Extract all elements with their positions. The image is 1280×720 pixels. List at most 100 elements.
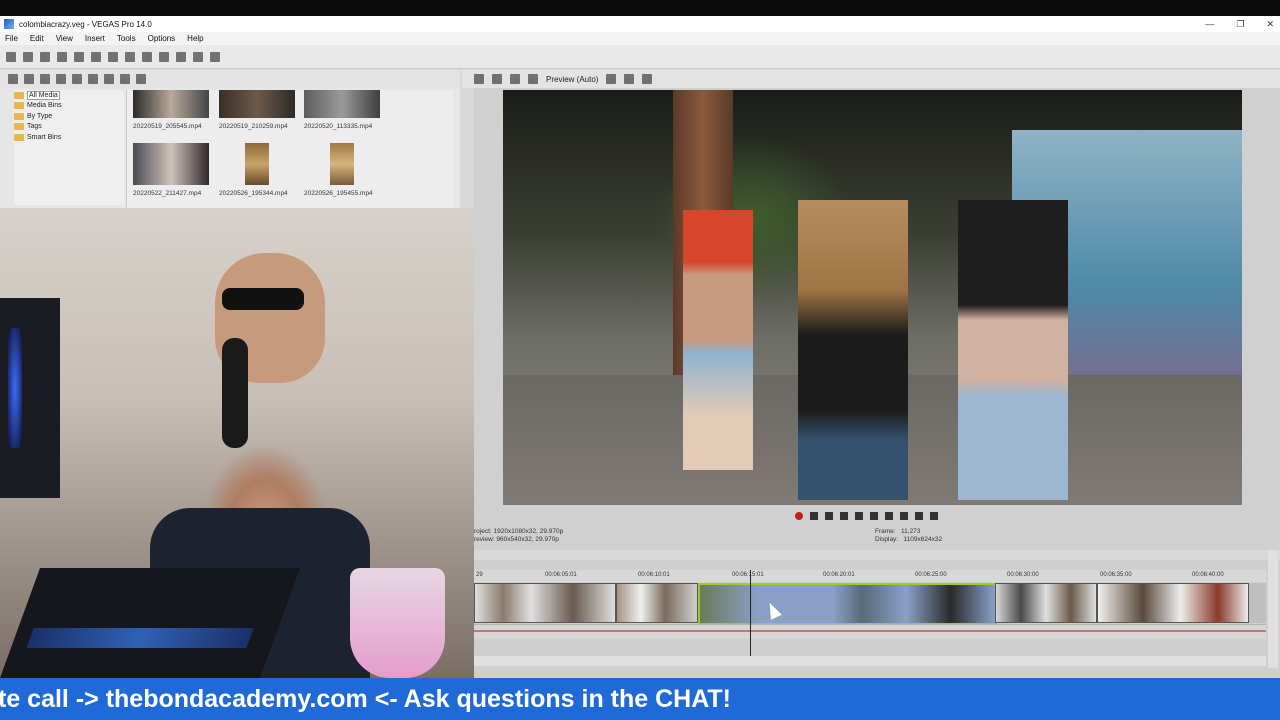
folder-icon bbox=[14, 91, 24, 99]
save-icon[interactable] bbox=[40, 51, 50, 62]
tree-smart-bins[interactable]: Smart Bins bbox=[14, 132, 124, 143]
menu-file[interactable]: File bbox=[5, 34, 18, 43]
video-clip[interactable] bbox=[616, 583, 698, 623]
go-to-end-button[interactable] bbox=[900, 512, 908, 520]
media-thumbnail bbox=[133, 90, 209, 118]
play-button[interactable] bbox=[840, 512, 848, 520]
project-info: roject: 1920x1080x32, 29.970p review: 96… bbox=[474, 528, 563, 544]
folder-icon bbox=[14, 102, 24, 110]
media-tree: All Media Media Bins By Type Tags Smart … bbox=[14, 90, 124, 205]
next-frame-button[interactable] bbox=[930, 512, 938, 520]
menu-help[interactable]: Help bbox=[187, 34, 203, 43]
capture-icon[interactable] bbox=[24, 74, 34, 84]
search-icon[interactable] bbox=[136, 74, 146, 84]
get-media-icon[interactable] bbox=[40, 74, 50, 84]
ruler-tick: 00:06:15:01 bbox=[732, 572, 764, 578]
minimize-button[interactable]: — bbox=[1205, 19, 1214, 29]
tree-all-media[interactable]: All Media bbox=[14, 90, 124, 101]
media-item[interactable]: 20220519_205545.mp4 bbox=[133, 90, 209, 130]
title-bar: colombiacrazy.veg - VEGAS Pro 14.0 — ❐ ✕ bbox=[0, 16, 1280, 32]
media-item[interactable]: 20220520_113335.mp4 bbox=[304, 90, 380, 130]
transport-controls bbox=[795, 510, 955, 522]
media-item[interactable]: 20220519_210259.mp4 bbox=[219, 90, 295, 130]
keyboard bbox=[0, 568, 301, 678]
import-media-icon[interactable] bbox=[8, 74, 18, 84]
prev-frame-button[interactable] bbox=[915, 512, 923, 520]
woman-redhead bbox=[683, 210, 753, 470]
timeline-ruler[interactable]: 29 00:06:05:01 00:06:10:01 00:06:15:01 0… bbox=[474, 570, 1266, 582]
menu-edit[interactable]: Edit bbox=[30, 34, 44, 43]
media-item[interactable]: 20220526_195455.mp4 bbox=[304, 143, 380, 197]
display-value: 1109x624x32 bbox=[903, 536, 943, 543]
close-button[interactable]: ✕ bbox=[1266, 19, 1274, 30]
ruler-tick: 00:06:05:01 bbox=[545, 572, 577, 578]
timeline-horizontal-scrollbar[interactable] bbox=[474, 656, 1266, 666]
help-icon[interactable] bbox=[210, 51, 220, 62]
loop-button[interactable] bbox=[810, 512, 818, 520]
pink-drink-glass bbox=[350, 568, 445, 678]
play-from-start-button[interactable] bbox=[825, 512, 833, 520]
render-icon[interactable] bbox=[74, 51, 84, 62]
webcam-overlay bbox=[0, 208, 474, 678]
new-icon[interactable] bbox=[6, 51, 16, 62]
video-clip-selected[interactable] bbox=[698, 583, 997, 625]
media-fx-icon[interactable] bbox=[72, 74, 82, 84]
video-clip[interactable] bbox=[995, 583, 1097, 623]
video-preview-frame bbox=[503, 90, 1242, 505]
pc-led-fans bbox=[8, 328, 22, 448]
media-thumbnail bbox=[330, 143, 354, 185]
redo-icon[interactable] bbox=[176, 51, 186, 62]
save-as-icon[interactable] bbox=[57, 51, 67, 62]
overlays-icon[interactable] bbox=[606, 74, 617, 84]
frame-value: 11,273 bbox=[901, 528, 921, 535]
stop-button[interactable] bbox=[870, 512, 878, 520]
video-clip[interactable] bbox=[474, 583, 616, 623]
go-to-start-button[interactable] bbox=[885, 512, 893, 520]
views-icon[interactable] bbox=[120, 74, 130, 84]
timeline-vertical-scrollbar[interactable] bbox=[1268, 550, 1278, 668]
properties-icon[interactable] bbox=[91, 51, 101, 62]
menu-view[interactable]: View bbox=[56, 34, 73, 43]
cut-icon[interactable] bbox=[108, 51, 118, 62]
tree-tags[interactable]: Tags bbox=[14, 122, 124, 133]
hand-icon[interactable] bbox=[193, 51, 203, 62]
copy-snapshot-icon[interactable] bbox=[624, 74, 635, 84]
pause-button[interactable] bbox=[855, 512, 863, 520]
ruler-tick: 00:06:25:00 bbox=[915, 572, 947, 578]
display-label: Display: bbox=[875, 536, 899, 543]
audio-track[interactable] bbox=[474, 624, 1266, 639]
preview-settings-icon[interactable] bbox=[474, 74, 484, 84]
timeline-cursor[interactable] bbox=[750, 570, 751, 656]
tree-media-bins[interactable]: Media Bins bbox=[14, 101, 124, 112]
record-button[interactable] bbox=[795, 512, 803, 520]
open-icon[interactable] bbox=[23, 51, 33, 62]
vegas-app-icon bbox=[4, 19, 14, 29]
preview-toolbar: Preview (Auto) bbox=[462, 70, 1280, 88]
stop-preview-icon[interactable] bbox=[104, 74, 114, 84]
undo-icon[interactable] bbox=[159, 51, 169, 62]
desktop-top-strip bbox=[0, 0, 1280, 16]
window-title: colombiacrazy.veg - VEGAS Pro 14.0 bbox=[19, 19, 152, 29]
save-snapshot-icon[interactable] bbox=[642, 74, 653, 84]
menu-tools[interactable]: Tools bbox=[117, 34, 136, 43]
preview-quality-dropdown[interactable]: Preview (Auto) bbox=[546, 75, 598, 84]
sunglasses bbox=[222, 288, 304, 310]
tree-by-type[interactable]: By Type bbox=[14, 111, 124, 122]
menu-insert[interactable]: Insert bbox=[85, 34, 105, 43]
maximize-button[interactable]: ❐ bbox=[1236, 19, 1244, 30]
menu-options[interactable]: Options bbox=[148, 34, 176, 43]
split-screen-icon[interactable] bbox=[528, 74, 538, 84]
banner-text: te call -> thebondacademy.com <- Ask que… bbox=[0, 684, 732, 713]
paste-icon[interactable] bbox=[142, 51, 152, 62]
external-monitor-icon[interactable] bbox=[492, 74, 502, 84]
play-preview-icon[interactable] bbox=[88, 74, 98, 84]
main-toolbar bbox=[0, 45, 1280, 69]
media-item[interactable]: 20220526_195344.mp4 bbox=[219, 143, 295, 197]
copy-icon[interactable] bbox=[125, 51, 135, 62]
media-thumbnails: 20220519_205545.mp4 20220519_210259.mp4 … bbox=[126, 90, 453, 208]
video-clip[interactable] bbox=[1097, 583, 1249, 623]
ruler-tick: 00:06:30:00 bbox=[1007, 572, 1039, 578]
remove-icon[interactable] bbox=[56, 74, 66, 84]
video-fx-icon[interactable] bbox=[510, 74, 520, 84]
media-item[interactable]: 20220522_211427.mp4 bbox=[133, 143, 209, 197]
